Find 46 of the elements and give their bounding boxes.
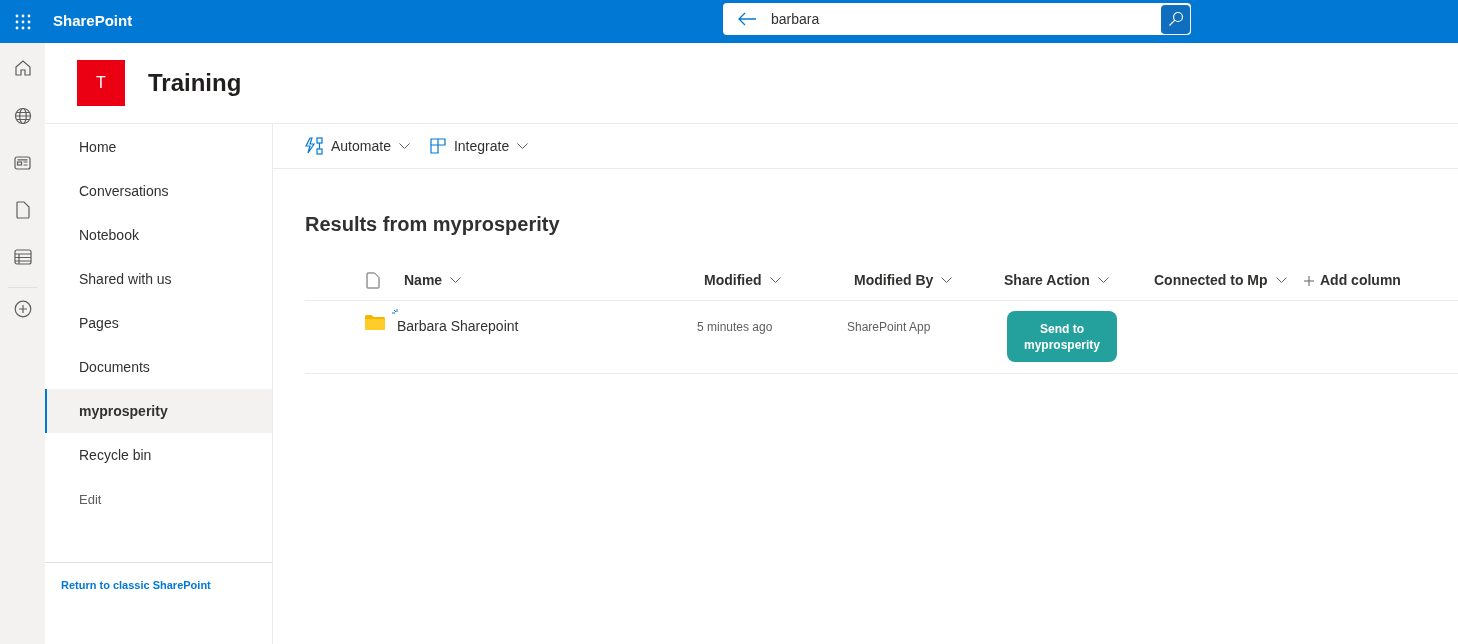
command-button[interactable]: Integrate [429,135,529,157]
search-field[interactable]: barbara [723,3,1191,35]
chevron-down-icon [517,142,529,150]
column-header[interactable]: Modified By [854,270,953,291]
plus-icon [1304,275,1314,286]
classic-sharepoint-link[interactable]: Return to classic SharePoint [61,578,211,591]
chevron-down-icon [769,277,781,284]
home-icon[interactable] [13,59,32,77]
chevron-down-icon [941,277,953,284]
nav-item[interactable]: Documents [45,345,272,389]
column-header[interactable]: Name [404,270,462,291]
nav-item[interactable]: Pages [45,301,272,345]
modified-cell: 5 minutes ago [697,320,773,334]
file-name-link[interactable]: Barbara Sharepoint [397,318,519,334]
nav-item[interactable]: Recycle bin [45,433,272,477]
nav-item[interactable]: Home [45,125,272,169]
add-column-button[interactable]: Add column [1304,270,1401,291]
search-icon[interactable] [1161,4,1190,34]
site-logo: T [77,60,125,106]
folder-icon [365,315,385,330]
grid-icon [429,138,446,154]
app-title[interactable]: SharePoint [53,10,133,33]
command-button[interactable]: Automate [305,135,410,157]
results-heading: Results from myprosperity [305,212,560,237]
list-icon[interactable] [13,249,32,265]
column-header[interactable]: Connected to Mp [1154,270,1287,291]
nav-item[interactable]: Conversations [45,169,272,213]
add-icon[interactable] [13,300,32,318]
column-header[interactable]: Modified [704,270,781,291]
nav-item[interactable]: Notebook [45,213,272,257]
globe-icon[interactable] [13,107,32,125]
news-icon[interactable] [13,155,32,171]
modified-by-cell: SharePoint App [847,320,931,334]
flow-icon [305,137,323,155]
chevron-down-icon [1097,277,1109,284]
chevron-down-icon [398,142,410,150]
back-arrow-icon[interactable] [737,12,757,26]
edit-link[interactable]: Edit [79,490,102,510]
chevron-down-icon [450,277,462,284]
chevron-down-icon [1275,277,1287,284]
column-header[interactable]: Share Action [1004,270,1109,291]
nav-item[interactable]: myprosperity [45,389,272,433]
file-type-icon [366,272,380,289]
site-title: Training [148,68,242,98]
nav-item[interactable]: Shared with us [45,257,272,301]
document-icon[interactable] [15,201,30,219]
